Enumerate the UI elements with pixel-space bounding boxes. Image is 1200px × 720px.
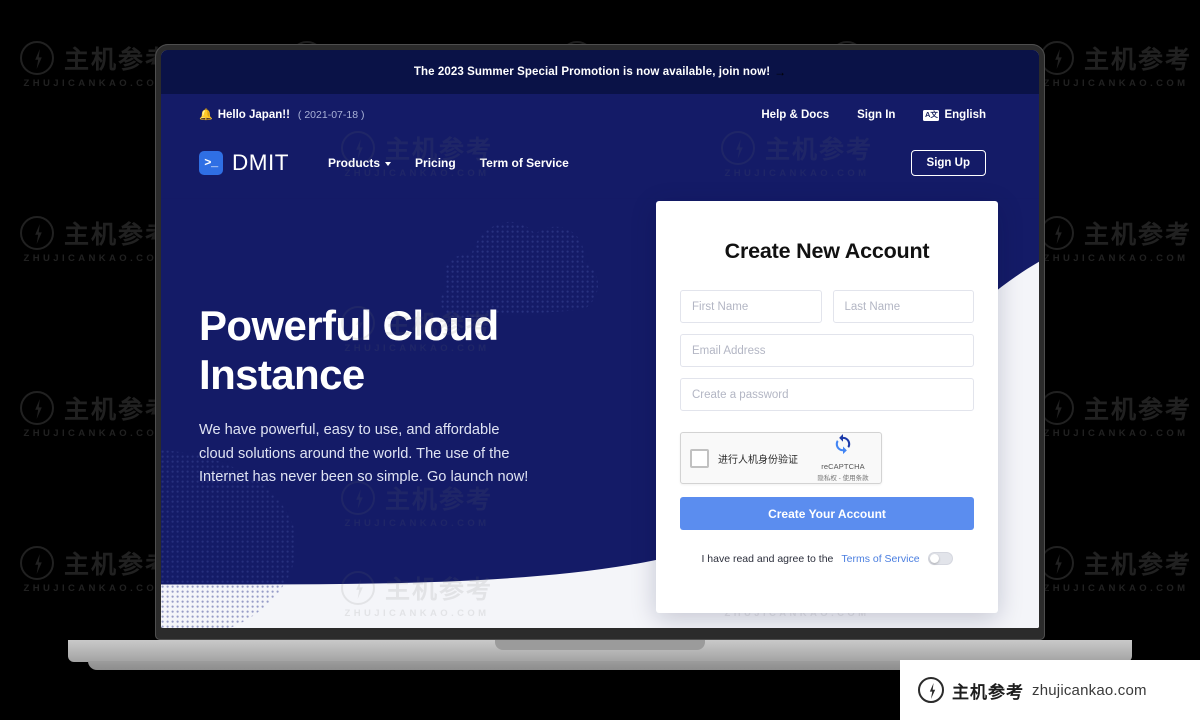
laptop-base — [68, 640, 1132, 662]
name-fields-row — [680, 290, 974, 334]
brand-name: DMIT — [232, 150, 289, 175]
badge-url-text: zhujicankao.com — [1032, 681, 1147, 699]
recaptcha-icon — [835, 434, 851, 455]
last-name-input[interactable] — [832, 290, 974, 323]
language-label: English — [944, 109, 986, 121]
hero-subtitle: We have powerful, easy to use, and affor… — [199, 422, 529, 486]
agreement-text: I have read and agree to the — [701, 552, 834, 565]
nav-item-products-label: Products — [328, 156, 381, 170]
recaptcha-brand-text: reCAPTCHA — [821, 462, 865, 471]
hero-title-line-1: Powerful Cloud — [199, 302, 499, 349]
screenshot-stage: 主机参考 ZHUJICANKAO.COM 主机参考 ZHUJICANKAO.COM 主机… — [0, 0, 1200, 720]
email-input[interactable] — [680, 334, 974, 367]
bell-icon: 🔔 — [199, 108, 213, 121]
hero-title-line-2: Instance — [199, 350, 365, 398]
website-viewport: The 2023 Summer Special Promotion is now… — [161, 50, 1039, 628]
recaptcha-branding: reCAPTCHA 隐私权 - 使用条款 — [814, 434, 872, 482]
recaptcha-terms-text: 隐私权 - 使用条款 — [817, 475, 869, 482]
nav-item-products[interactable]: Products — [328, 156, 392, 170]
lightning-circle-icon — [918, 677, 944, 703]
badge-cn-text: 主机参考 — [952, 682, 1024, 702]
hero-title: Powerful Cloud Instance — [199, 302, 529, 399]
utility-bar: 🔔 Hello Japan!! ( 2021-07-18 ) Help & Do… — [161, 94, 1039, 136]
translate-icon: A文 — [923, 109, 940, 121]
utility-links: Help & Docs Sign In A文 English — [761, 109, 986, 121]
nav-item-pricing[interactable]: Pricing — [415, 156, 456, 170]
greeting-group: 🔔 Hello Japan!! ( 2021-07-18 ) — [199, 109, 364, 121]
help-and-docs-link[interactable]: Help & Docs — [761, 109, 829, 121]
sign-in-link[interactable]: Sign In — [857, 109, 895, 121]
first-name-input[interactable] — [680, 290, 822, 323]
laptop-mockup: The 2023 Summer Special Promotion is now… — [0, 0, 1200, 720]
hero-copy: Powerful Cloud Instance We have powerful… — [199, 302, 529, 489]
password-input[interactable] — [680, 378, 974, 411]
terminal-prompt-icon: >_ — [199, 151, 223, 175]
greeting-date: ( 2021-07-18 ) — [297, 109, 365, 121]
greeting-text: Hello Japan!! — [217, 109, 290, 121]
main-navbar: >_ DMIT Products Pricing Term of Service… — [161, 136, 1039, 190]
laptop-lid: The 2023 Summer Special Promotion is now… — [155, 44, 1045, 640]
dotted-cloud-decoration — [440, 221, 598, 318]
signup-card-title: Create New Account — [724, 239, 930, 263]
announcement-bar[interactable]: The 2023 Summer Special Promotion is now… — [161, 50, 1039, 94]
chevron-down-icon — [385, 162, 392, 166]
signup-card: Create New Account 进行人机身份验证 — [656, 201, 998, 613]
agreement-row: I have read and agree to the Terms of Se… — [680, 552, 974, 565]
arrow-right-icon: → — [774, 65, 787, 79]
brand-logo[interactable]: >_ DMIT — [199, 150, 289, 176]
recaptcha-checkbox[interactable] — [690, 448, 709, 468]
announcement-text: The 2023 Summer Special Promotion is now… — [413, 66, 771, 78]
site-badge: 主机参考 zhujicankao.com — [900, 660, 1200, 720]
language-selector[interactable]: A文 English — [923, 109, 986, 121]
recaptcha-label: 进行人机身份验证 — [718, 454, 798, 466]
recaptcha-widget[interactable]: 进行人机身份验证 reCAPTCHA 隐私权 - 使用条款 — [680, 432, 882, 484]
create-account-button[interactable]: Create Your Account — [680, 497, 974, 530]
sign-up-button[interactable]: Sign Up — [910, 150, 986, 176]
agreement-toggle[interactable] — [927, 552, 953, 565]
nav-links: Products Pricing Term of Service — [328, 156, 569, 170]
terms-of-service-link[interactable]: Terms of Service — [841, 553, 919, 565]
laptop-screen: The 2023 Summer Special Promotion is now… — [161, 50, 1039, 628]
laptop-base-notch — [495, 640, 705, 650]
nav-item-term-of-service[interactable]: Term of Service — [480, 156, 569, 170]
